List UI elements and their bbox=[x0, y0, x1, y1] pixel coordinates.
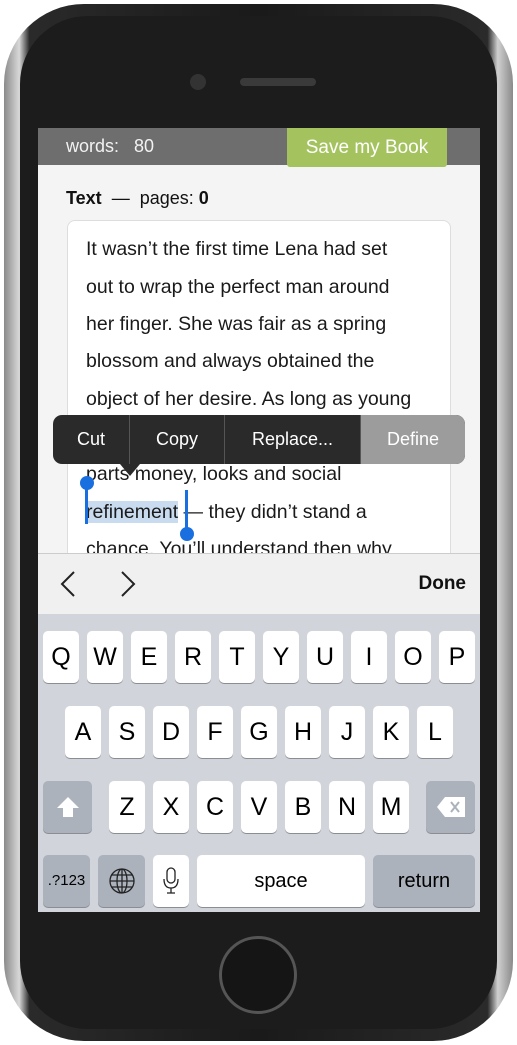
text-line: out to wrap the perfect man around bbox=[86, 276, 390, 298]
define-menu-item[interactable]: Define bbox=[361, 415, 465, 464]
selection-start-knob[interactable] bbox=[80, 476, 94, 490]
key[interactable]: B bbox=[285, 781, 321, 833]
return-key[interactable]: return bbox=[373, 855, 475, 907]
section-title: Text — pages: 0 bbox=[66, 188, 209, 209]
edit-menu: Cut Copy Replace... Define bbox=[53, 415, 465, 464]
text-line: her finger. She was fair as a spring bbox=[86, 313, 387, 335]
key[interactable]: O bbox=[395, 631, 431, 683]
key[interactable]: P bbox=[439, 631, 475, 683]
title-label: Text bbox=[66, 188, 102, 208]
key[interactable]: T bbox=[219, 631, 255, 683]
text-line: refinement — they didn’t stand a bbox=[86, 501, 367, 524]
space-key[interactable]: space bbox=[197, 855, 365, 907]
key[interactable]: K bbox=[373, 706, 409, 758]
key[interactable]: A bbox=[65, 706, 101, 758]
words-label: words: bbox=[66, 136, 120, 156]
text-line: It wasn’t the first time Lena had set bbox=[86, 238, 388, 260]
pages-label: pages: bbox=[139, 188, 194, 208]
key[interactable]: F bbox=[197, 706, 233, 758]
keyboard: .?123 space return QWERTYUIOP ASDFGHJKL ZX… bbox=[38, 614, 480, 912]
numbers-key[interactable]: .?123 bbox=[43, 855, 90, 907]
selection-end-knob[interactable] bbox=[180, 527, 194, 541]
globe-icon bbox=[108, 868, 135, 894]
key[interactable]: R bbox=[175, 631, 211, 683]
microphone-icon bbox=[163, 867, 179, 894]
text-rest: — they didn’t stand a bbox=[178, 501, 367, 523]
text-line: blossom and always obtained the bbox=[86, 350, 375, 372]
text-line: object of her desire. As long as young bbox=[86, 388, 412, 410]
camera-icon bbox=[190, 74, 206, 90]
backspace-icon bbox=[436, 797, 465, 817]
key[interactable]: C bbox=[197, 781, 233, 833]
menu-pointer bbox=[120, 464, 140, 476]
keyboard-toolbar: Done bbox=[38, 553, 480, 614]
key[interactable]: V bbox=[241, 781, 277, 833]
home-button[interactable] bbox=[219, 936, 297, 1014]
globe-key[interactable] bbox=[98, 855, 145, 907]
key[interactable]: X bbox=[153, 781, 189, 833]
done-button[interactable]: Done bbox=[419, 573, 467, 595]
speaker-grille bbox=[240, 78, 316, 86]
words-value: 80 bbox=[134, 136, 155, 156]
save-book-button[interactable]: Save my Book bbox=[287, 128, 447, 167]
word-count: words: 80 bbox=[66, 136, 154, 157]
key[interactable]: W bbox=[87, 631, 123, 683]
key[interactable]: H bbox=[285, 706, 321, 758]
key[interactable]: G bbox=[241, 706, 277, 758]
key[interactable]: Z bbox=[109, 781, 145, 833]
shift-icon bbox=[56, 797, 79, 817]
selected-word[interactable]: refinement bbox=[86, 501, 179, 523]
title-dash: — bbox=[111, 188, 130, 208]
key[interactable]: L bbox=[417, 706, 453, 758]
key[interactable]: U bbox=[307, 631, 343, 683]
key[interactable]: E bbox=[131, 631, 167, 683]
key[interactable]: J bbox=[329, 706, 365, 758]
key[interactable]: M bbox=[373, 781, 409, 833]
delete-key[interactable] bbox=[426, 781, 475, 833]
key[interactable]: N bbox=[329, 781, 365, 833]
key[interactable]: S bbox=[109, 706, 145, 758]
replace-menu-item[interactable]: Replace... bbox=[225, 415, 361, 464]
cut-menu-item[interactable]: Cut bbox=[53, 415, 130, 464]
shift-key[interactable] bbox=[43, 781, 92, 833]
key[interactable]: Y bbox=[263, 631, 299, 683]
copy-menu-item[interactable]: Copy bbox=[130, 415, 225, 464]
pages-value: 0 bbox=[198, 188, 209, 208]
key[interactable]: D bbox=[153, 706, 189, 758]
dictation-key[interactable] bbox=[153, 855, 189, 907]
key[interactable]: Q bbox=[43, 631, 79, 683]
screen: words: 80 Save my Book Text — pages: 0 I… bbox=[38, 128, 480, 912]
selection-end-handle[interactable] bbox=[185, 490, 188, 530]
next-field-icon[interactable] bbox=[120, 570, 136, 598]
key[interactable]: I bbox=[351, 631, 387, 683]
previous-field-icon[interactable] bbox=[60, 570, 76, 598]
